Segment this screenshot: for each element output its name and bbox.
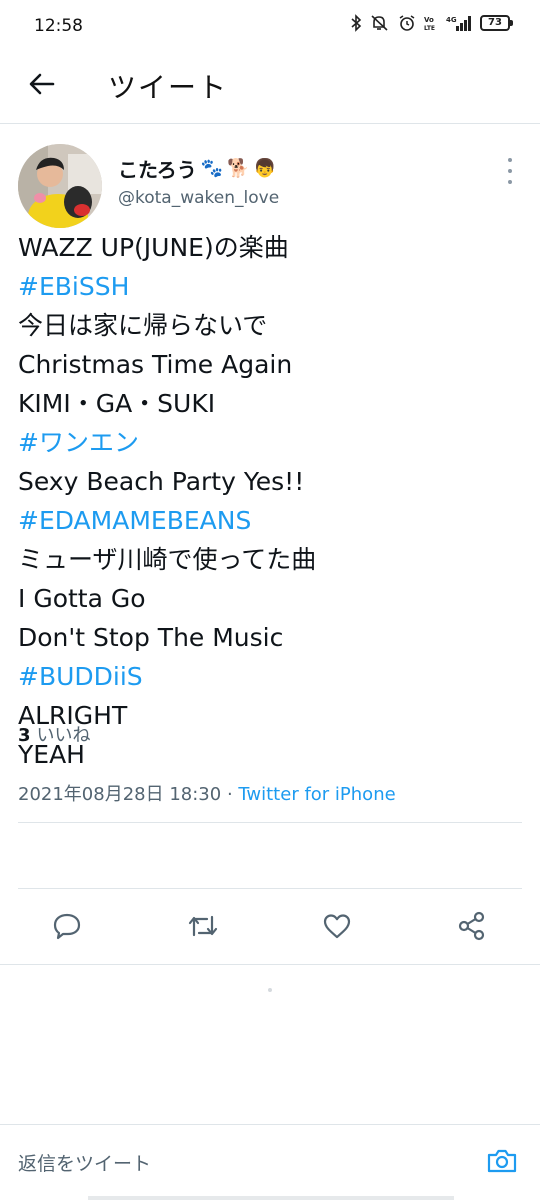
dog-emoji: 🐕 [227,158,250,179]
reply-icon [52,911,82,945]
mute-icon [370,14,390,32]
tweet-line: ALRIGHT [18,701,128,730]
reply-input[interactable]: 返信をツイート [18,1149,151,1176]
loading-dot [268,988,272,992]
hashtag-link[interactable]: #EDAMAMEBEANS [18,501,528,540]
more-dot [508,169,512,173]
tweet-line: Christmas Time Again [18,350,293,379]
tweet-line: KIMI・GA・SUKI [18,389,216,418]
tweet-text: WAZZ UP(JUNE)の楽曲 #EBiSSH 今日は家に帰らないで Christm… [18,228,528,774]
divider [18,822,522,823]
tweet-line: 今日は家に帰らないで [18,311,268,340]
tweet-actions [0,902,540,954]
hashtag-link[interactable]: #ワンエン [18,423,528,462]
battery-indicator: 73 [480,15,513,31]
bluetooth-icon [350,14,362,32]
retweet-icon [187,911,219,945]
app-header: ツイート [0,52,540,124]
camera-icon [486,1147,518,1179]
paw-emoji: 🐾 [200,158,224,179]
tweet-line: I Gotta Go [18,584,146,613]
signal-icon: 4G [446,14,472,32]
likes-count[interactable]: 3 いいね [18,721,91,747]
svg-text:Vo: Vo [424,16,434,24]
source-link[interactable]: Twitter for iPhone [238,784,395,805]
page-title: ツイート [108,71,229,104]
share-button[interactable] [452,908,492,948]
tweet-line: ミューザ川崎で使ってた曲 [18,545,317,574]
more-options-button[interactable] [504,158,516,184]
svg-text:LTE: LTE [424,25,435,32]
tweet-line: WAZZ UP(JUNE)の楽曲 [18,233,289,262]
like-icon [322,912,352,944]
status-bar: 12:58 Vo LTE 4G 73 [0,0,540,52]
status-time: 12:58 [34,16,83,36]
alarm-icon [398,14,416,32]
user-handle[interactable]: @kota_waken_love [118,188,279,208]
hashtag-link[interactable]: #BUDDiiS [18,657,528,696]
tweet-meta: 2021年08月28日 18:30 · Twitter for iPhone [18,780,396,806]
retweet-button[interactable] [183,908,223,948]
meta-separator: · [221,784,239,805]
display-name[interactable]: こたろう 🐾 🐕 👦 [118,154,276,183]
tweet-line: Don't Stop The Music [18,623,284,652]
status-icons: Vo LTE 4G 73 [350,14,513,32]
reply-button[interactable] [47,908,87,948]
section-divider [0,964,540,965]
reply-bar: 返信をツイート [0,1124,540,1200]
boy-emoji: 👦 [253,158,277,179]
share-icon [457,911,487,945]
hashtag-link[interactable]: #EBiSSH [18,267,528,306]
home-indicator [88,1196,454,1200]
divider [18,888,522,889]
like-button[interactable] [317,908,357,948]
likes-label: いいね [36,725,91,746]
more-dot [508,158,512,162]
camera-button[interactable] [484,1145,520,1181]
avatar-image [18,144,102,228]
display-name-text: こたろう [118,158,197,182]
avatar[interactable] [18,144,102,228]
network-label: 4G [446,16,457,24]
back-button[interactable] [24,68,60,104]
more-dot [508,180,512,184]
tweet-line: Sexy Beach Party Yes!! [18,467,305,496]
tweet-line: YEAH [18,740,85,769]
volte-icon: Vo LTE [424,14,438,32]
likes-number: 3 [18,725,31,746]
timestamp: 2021年08月28日 18:30 [18,784,222,805]
arrow-left-icon [29,73,55,99]
